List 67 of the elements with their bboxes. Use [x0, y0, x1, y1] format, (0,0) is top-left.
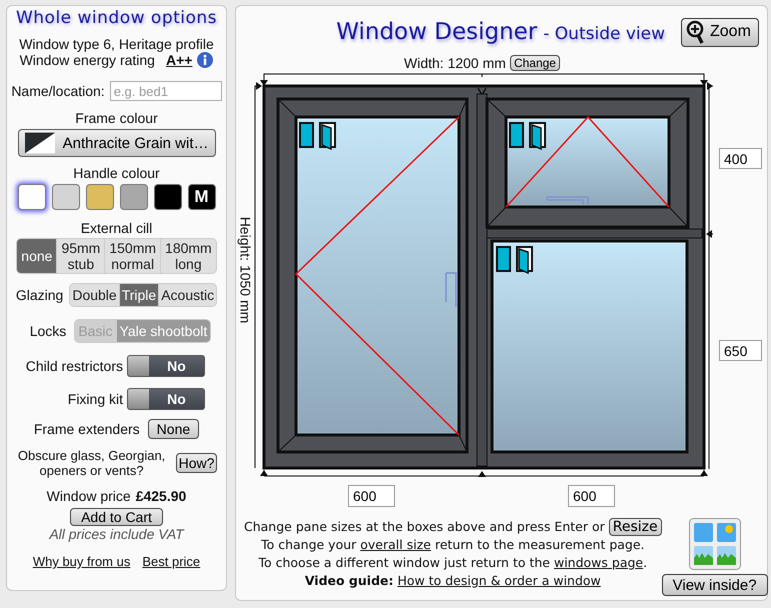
- opener-icon[interactable]: [319, 122, 336, 150]
- view-inside-button[interactable]: View inside?: [662, 574, 768, 596]
- pane-width-field[interactable]: 600: [348, 485, 395, 507]
- name-label: Name/location:: [11, 83, 105, 99]
- handle-colour-swatch[interactable]: [120, 184, 148, 210]
- handle-colour-swatch[interactable]: [86, 184, 114, 210]
- opener-icon[interactable]: [516, 246, 533, 274]
- extenders-button[interactable]: None: [148, 419, 200, 439]
- help-text: Change pane sizes at the boxes above and press Enter or: [244, 518, 605, 536]
- handle-colour-swatch[interactable]: [18, 184, 46, 210]
- window-price: £425.90: [136, 488, 186, 504]
- frame-colour-button[interactable]: Anthracite Grain wit…: [18, 129, 216, 157]
- cill-label: External cill: [80, 220, 152, 236]
- locks-label: Locks: [30, 323, 66, 339]
- handle-outline: [546, 196, 589, 206]
- height-label: Height: 1050 mm: [237, 216, 254, 324]
- fixed-pane-icon[interactable]: [509, 122, 524, 148]
- pane-height-field[interactable]: 400: [719, 148, 762, 169]
- window-price-label: Window price: [46, 488, 131, 504]
- change-button[interactable]: Change: [510, 55, 560, 71]
- option-label: Child restrictors: [26, 358, 123, 374]
- glazing-option[interactable]: Double: [70, 284, 119, 306]
- energy-rating-link[interactable]: A++: [166, 52, 192, 68]
- frame-colour-label: Frame colour: [75, 110, 158, 126]
- fixed-pane-icon[interactable]: [496, 246, 511, 272]
- add-to-cart-button[interactable]: Add to Cart: [70, 508, 163, 526]
- windows-page-link[interactable]: windows page: [554, 555, 644, 570]
- help-text: To change your overall size return to the measurement page.: [261, 536, 645, 554]
- handle-colour-swatch[interactable]: M: [188, 184, 216, 210]
- handle-colour-swatch[interactable]: [154, 184, 182, 210]
- zoom-button[interactable]: Zoom: [681, 18, 759, 46]
- panel-title: Whole window options: [16, 8, 218, 28]
- info-link[interactable]: Why buy from us: [32, 554, 130, 569]
- handle-outline: [445, 272, 457, 308]
- opener-icon[interactable]: [529, 122, 546, 150]
- info-link[interactable]: Best price: [142, 554, 200, 569]
- video-guide-text: Video guide: How to design & order a window: [304, 572, 601, 590]
- pane-height-field[interactable]: 650: [719, 340, 762, 361]
- overall-size-link[interactable]: overall size: [360, 537, 431, 552]
- how-button[interactable]: How?: [176, 453, 218, 473]
- toggle-switch[interactable]: No: [127, 355, 205, 377]
- cill-option[interactable]: 180mm long: [160, 239, 216, 273]
- window-type-text: Window type 6, Heritage profile: [19, 36, 214, 52]
- vat-note: All prices include VAT: [49, 526, 184, 542]
- glazing-label: Glazing: [16, 287, 64, 303]
- colour-swatch-icon: [24, 132, 55, 154]
- width-label: Width: 1200 mm: [404, 55, 506, 71]
- glazing-option[interactable]: Acoustic: [158, 284, 216, 306]
- name-field[interactable]: e.g. bed1: [110, 81, 222, 101]
- zoom-in-icon: [686, 20, 706, 44]
- window-view-icon[interactable]: [688, 518, 741, 570]
- designer-title: Window Designer - Outside view: [336, 19, 665, 45]
- obscure-glass-text: Obscure glass, Georgian, openers or vents?: [16, 448, 166, 478]
- handle-colour-swatch[interactable]: [52, 184, 80, 210]
- glazing-option[interactable]: Triple: [118, 284, 158, 306]
- fixed-pane-icon[interactable]: [299, 122, 314, 148]
- info-icon[interactable]: [197, 52, 214, 68]
- energy-rating-label: Window energy rating: [20, 52, 155, 68]
- help-text: To choose a different window just return to the windows page.: [258, 554, 648, 572]
- extenders-label: Frame extenders: [34, 421, 140, 437]
- toggle-switch[interactable]: No: [127, 388, 205, 410]
- pane-width-field[interactable]: 600: [568, 485, 615, 507]
- resize-button[interactable]: Resize: [608, 518, 662, 536]
- video-guide-link[interactable]: How to design & order a window: [397, 573, 601, 588]
- cill-option[interactable]: none: [17, 239, 56, 273]
- option-label: Fixing kit: [68, 391, 123, 407]
- handle-colour-label: Handle colour: [73, 165, 160, 181]
